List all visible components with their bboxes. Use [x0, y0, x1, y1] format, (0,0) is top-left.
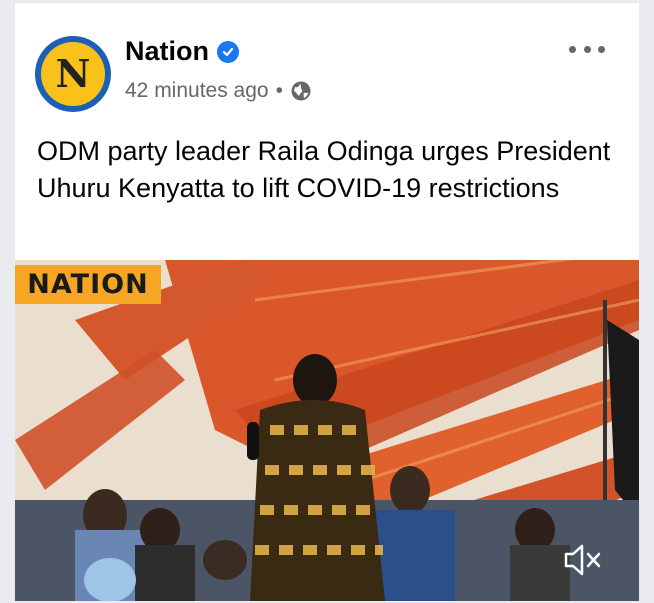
more-dot [569, 45, 576, 53]
page-name[interactable]: Nation [125, 36, 209, 67]
avatar-logo: N [41, 42, 105, 106]
meta-separator: • [275, 79, 283, 102]
page-avatar[interactable]: N [35, 36, 111, 112]
more-dot [598, 45, 605, 53]
more-dot [583, 45, 591, 53]
verified-badge-icon [217, 40, 239, 63]
more-options-icon[interactable] [569, 41, 605, 57]
post-header: N Nation 42 minutes ago • [15, 3, 639, 121]
muted-speaker-icon[interactable] [563, 543, 603, 577]
globe-icon[interactable] [290, 80, 312, 102]
nation-watermark: NATION [15, 265, 161, 304]
video-frame [15, 260, 639, 601]
post-video[interactable]: NATION [15, 260, 639, 601]
post-timestamp[interactable]: 42 minutes ago [125, 79, 269, 103]
post-card: N Nation 42 minutes ago • ODM party lead… [15, 3, 639, 601]
post-meta: 42 minutes ago • [125, 79, 312, 103]
post-text: ODM party leader Raila Odinga urges Pres… [37, 136, 611, 203]
page-name-row: Nation [125, 36, 239, 67]
